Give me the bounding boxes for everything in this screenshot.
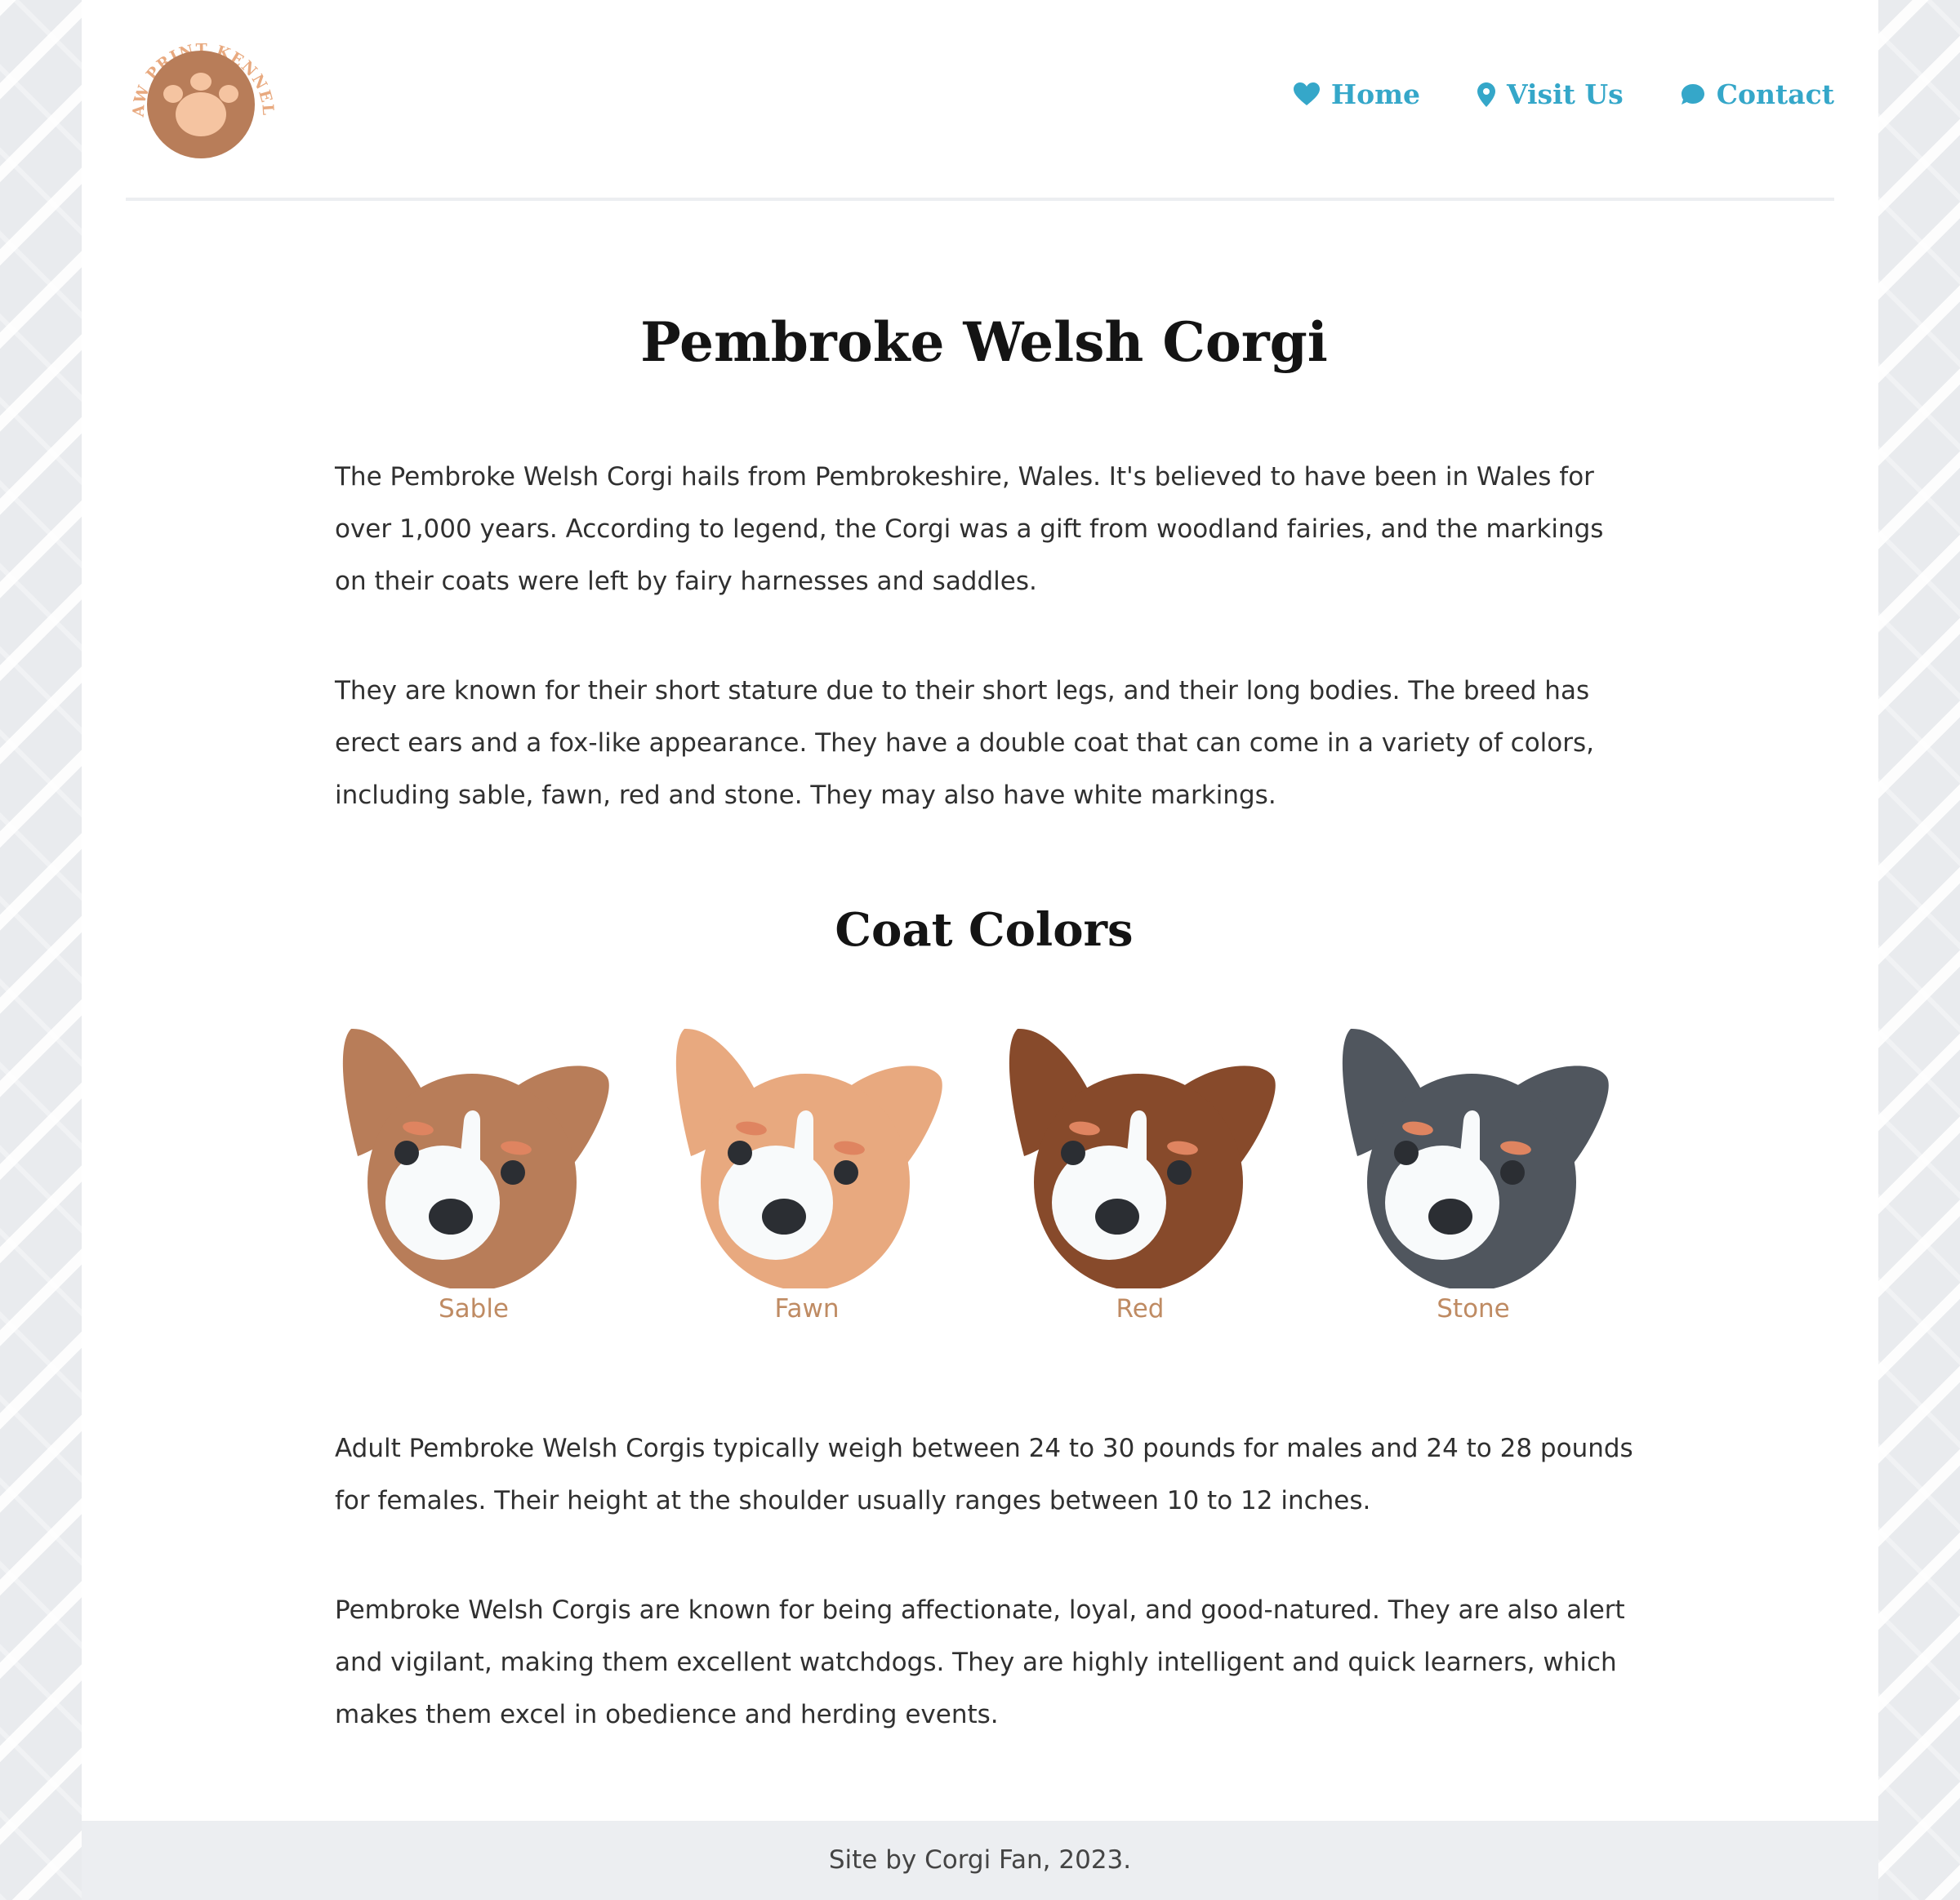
chat-bubble-icon [1681, 83, 1704, 105]
coat-color-card-red: Red [1001, 1019, 1279, 1324]
appearance-paragraph: They are known for their short stature d… [335, 676, 1594, 810]
size-paragraph: Adult Pembroke Welsh Corgis typically we… [335, 1434, 1633, 1515]
corgi-sable-icon [342, 1028, 609, 1288]
coat-color-card-stone: Stone [1334, 1019, 1612, 1324]
nav-home-label: Home [1330, 78, 1420, 110]
heart-icon [1293, 82, 1320, 105]
paw-print-kennels-logo[interactable]: PAW PRINT KENNELS [126, 31, 281, 170]
page-card: PAW PRINT KENNELS Home Visit Us [82, 0, 1878, 1821]
corgi-fawn-icon [675, 1028, 942, 1288]
temperament-paragraph: Pembroke Welsh Corgis are known for bein… [335, 1595, 1625, 1729]
coat-color-label-fawn: Fawn [774, 1294, 840, 1324]
coat-color-label-stone: Stone [1437, 1294, 1510, 1324]
nav-home-link[interactable]: Home [1293, 78, 1420, 110]
site-header: PAW PRINT KENNELS Home Visit Us [126, 0, 1834, 201]
corgi-red-icon [1009, 1028, 1276, 1288]
coat-color-card-sable: Sable [335, 1019, 612, 1324]
page-title: Pembroke Welsh Corgi [640, 310, 1328, 374]
coat-colors-heading: Coat Colors [835, 903, 1134, 957]
nav-contact-link[interactable]: Contact [1681, 78, 1834, 110]
main-nav: Home Visit Us Contact [1293, 78, 1834, 110]
coat-color-label-sable: Sable [438, 1294, 510, 1324]
corgi-stone-icon [1342, 1028, 1609, 1288]
coat-colors-grid: Sable Fawn Red Stone [335, 1019, 1633, 1324]
main-content: Pembroke Welsh Corgi The Pembroke Welsh … [335, 310, 1633, 1729]
nav-contact-label: Contact [1716, 78, 1834, 110]
nav-visit-link[interactable]: Visit Us [1477, 78, 1624, 110]
map-pin-icon [1477, 82, 1495, 107]
coat-color-label-red: Red [1116, 1294, 1165, 1324]
site-footer: Site by Corgi Fan, 2023. [82, 1821, 1878, 1900]
footer-credit: Site by Corgi Fan, 2023. [828, 1845, 1132, 1875]
nav-visit-label: Visit Us [1507, 78, 1624, 110]
intro-paragraph: The Pembroke Welsh Corgi hails from Pemb… [335, 462, 1604, 596]
coat-color-card-fawn: Fawn [668, 1019, 946, 1324]
